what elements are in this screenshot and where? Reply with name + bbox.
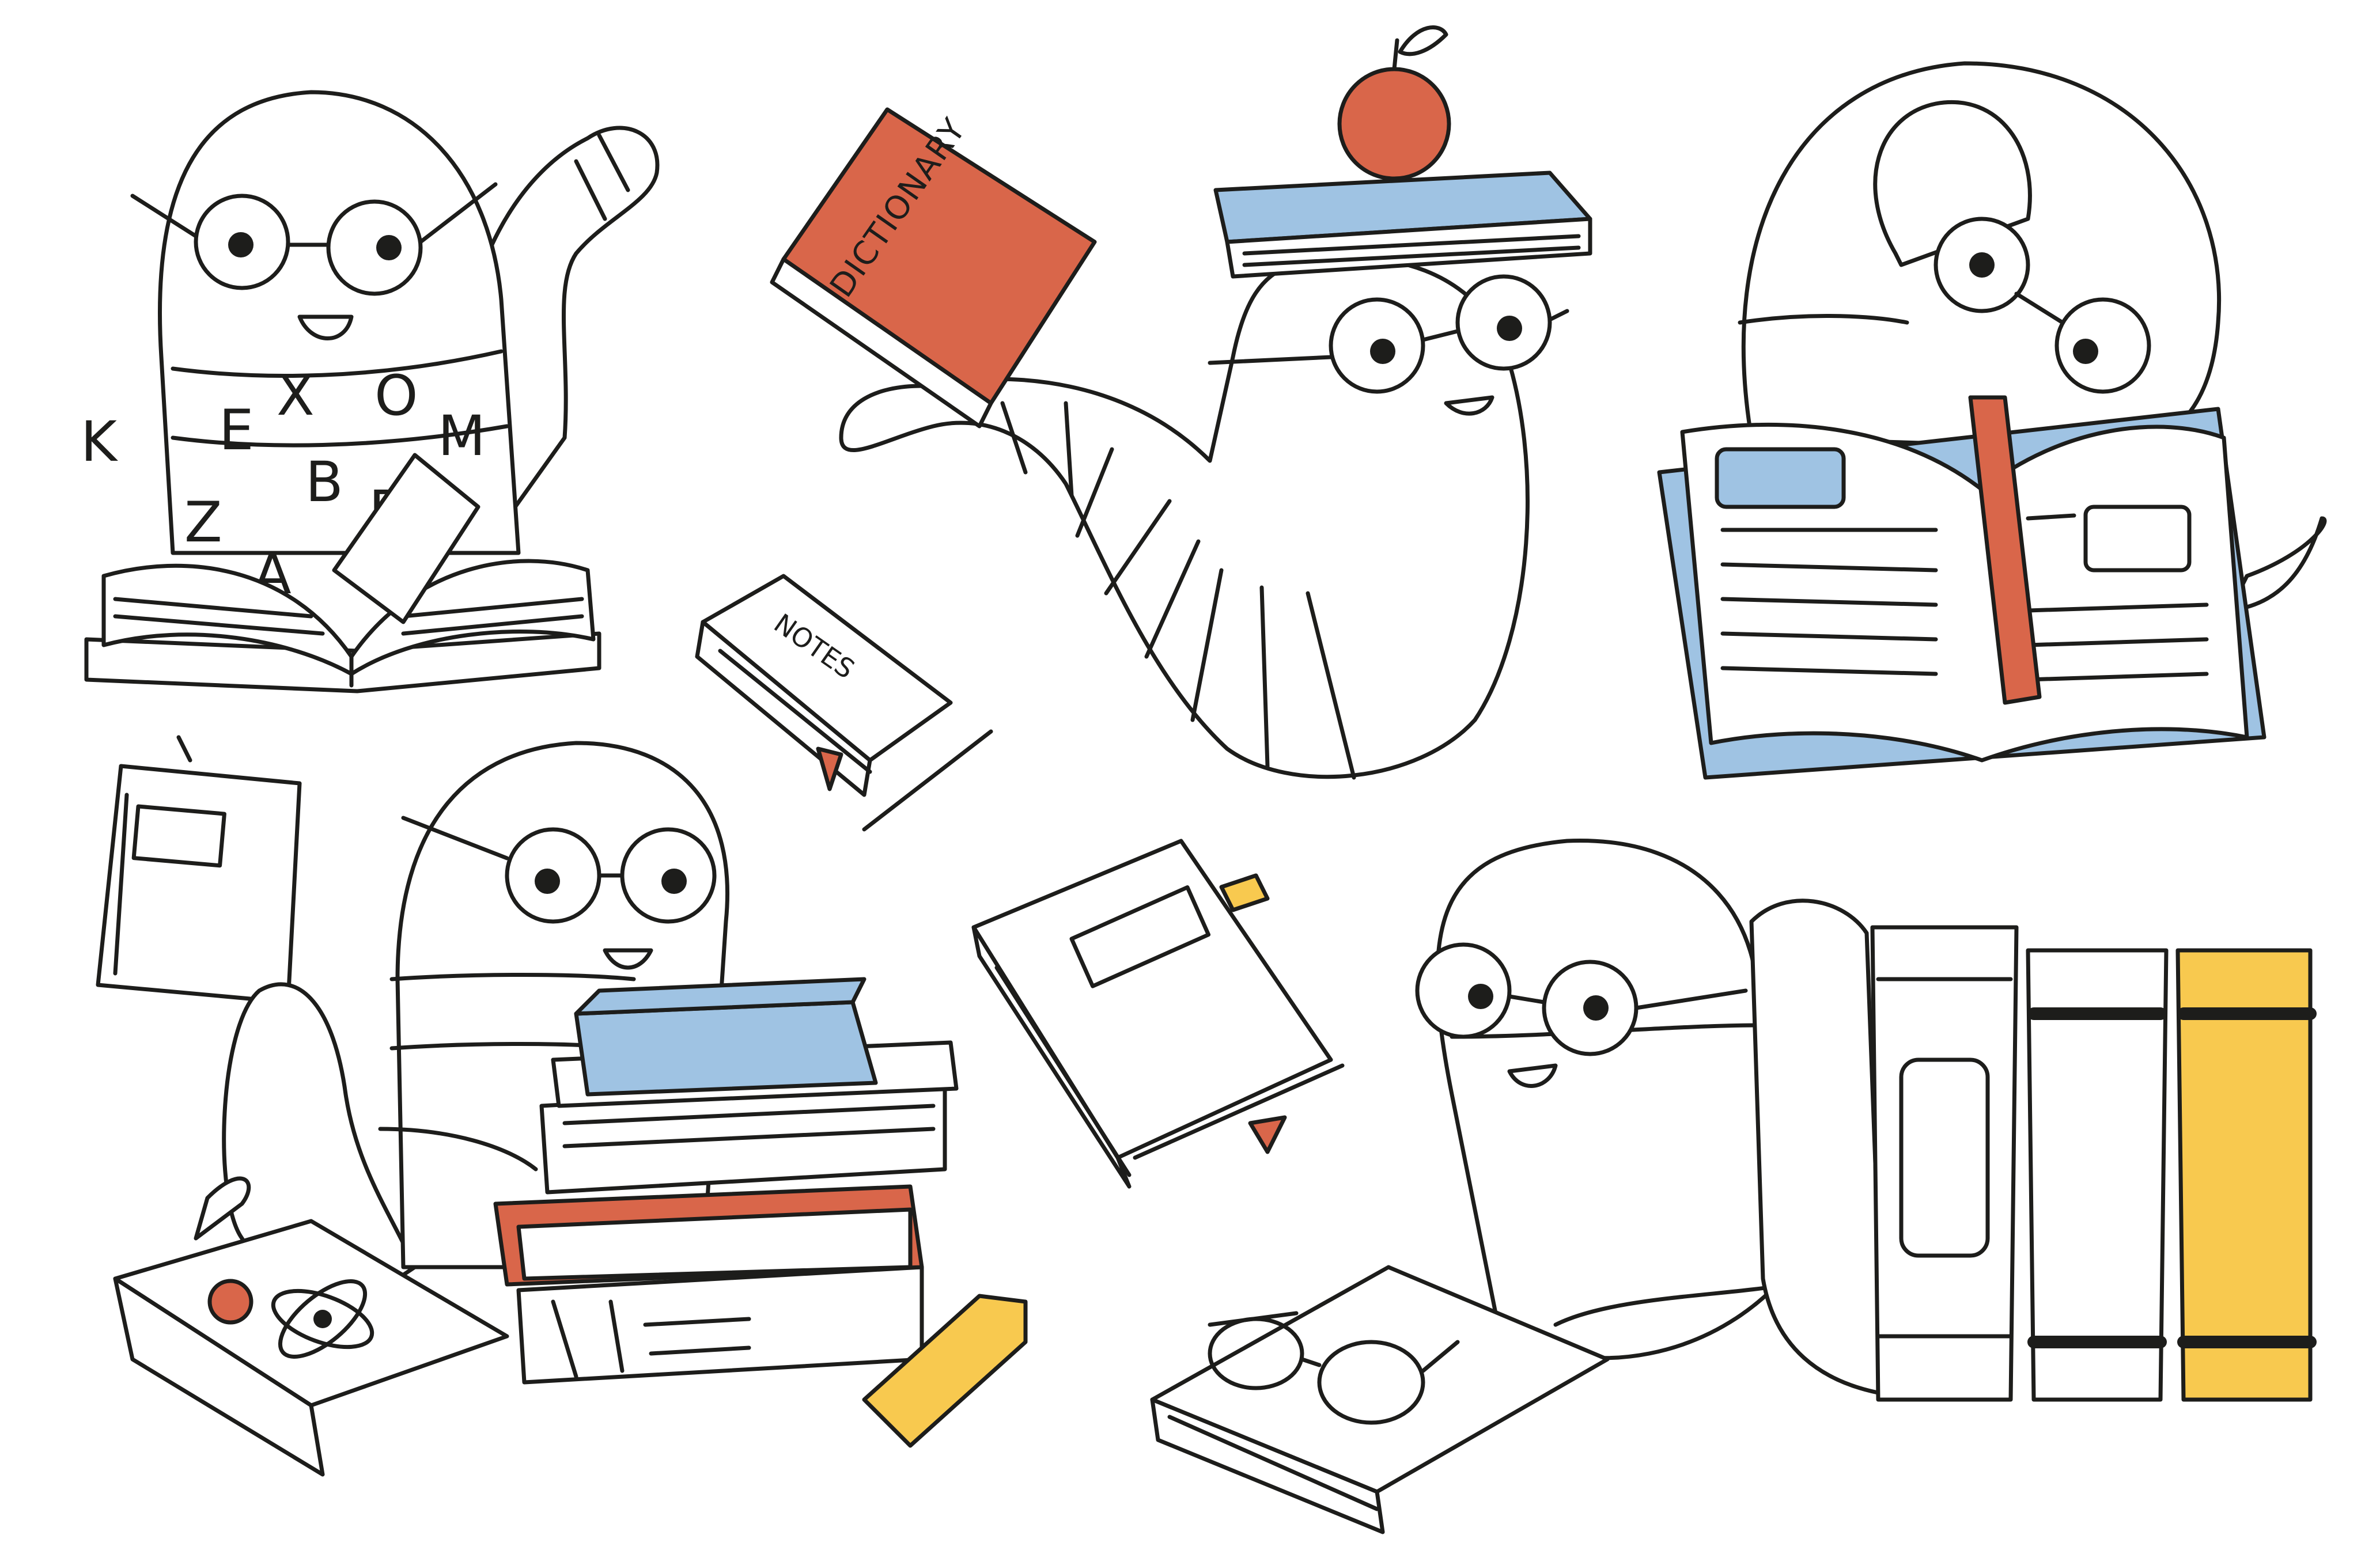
letter-b: B bbox=[305, 450, 343, 514]
letter-z: Z bbox=[184, 490, 222, 555]
open-book bbox=[1657, 395, 2267, 780]
worm-reading-book bbox=[1657, 61, 2327, 780]
dictionary-book: DICTIONARY bbox=[770, 107, 1097, 429]
letter-x: X bbox=[277, 363, 315, 428]
diary-book bbox=[971, 839, 1345, 1189]
notes-book: NOTES bbox=[695, 574, 993, 832]
notebook-small bbox=[96, 735, 302, 1004]
letter-e: E bbox=[219, 398, 254, 463]
bookworm-illustration-sheet: K E X O M B Z A R bbox=[81, 25, 2327, 1534]
worm-with-upright-books bbox=[1150, 839, 2317, 1534]
letter-o: O bbox=[374, 363, 418, 428]
planet-icon bbox=[207, 1279, 253, 1325]
apple-icon bbox=[1337, 25, 1451, 181]
letter-k: K bbox=[81, 410, 118, 474]
letter-m: M bbox=[438, 404, 486, 468]
worm-reading-letters: K E X O M B Z A R bbox=[81, 90, 660, 693]
upright-books bbox=[1870, 925, 2317, 1402]
book-on-head bbox=[1213, 170, 1592, 279]
